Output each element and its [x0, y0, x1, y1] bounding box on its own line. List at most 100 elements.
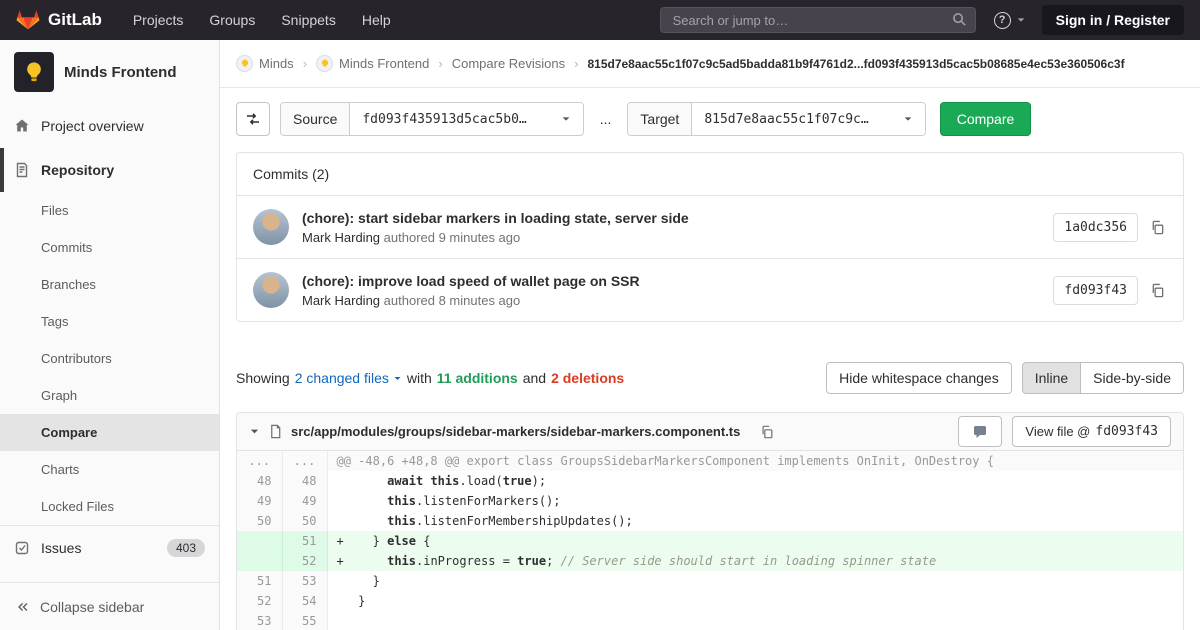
project-context-header[interactable]: Minds Frontend — [0, 40, 219, 104]
search-icon — [952, 12, 967, 27]
breadcrumb-minds-frontend[interactable]: Minds Frontend — [316, 55, 429, 72]
old-line-number[interactable]: 51 — [237, 571, 282, 591]
copy-file-path-button[interactable] — [758, 423, 776, 441]
diff-line-ctx: 5050 this.listenForMembershipUpdates(); — [237, 511, 1183, 531]
sidebar-subitem-charts[interactable]: Charts — [0, 451, 219, 488]
code-token — [344, 554, 387, 568]
sidebar-subitem-contributors[interactable]: Contributors — [0, 340, 219, 377]
collapse-sidebar-button[interactable]: Collapse sidebar — [0, 582, 219, 630]
gitlab-brand[interactable]: GitLab — [16, 8, 102, 32]
new-line-number[interactable]: 51 — [282, 531, 327, 551]
file-path[interactable]: src/app/modules/groups/sidebar-markers/s… — [291, 424, 740, 439]
sidebar-subitem-files[interactable]: Files — [0, 192, 219, 229]
commit-title[interactable]: (chore): improve load speed of wallet pa… — [302, 273, 1053, 289]
file-actions: View file @ fd093f43 — [958, 416, 1171, 447]
diff-code-cell: this.listenForMarkers(); — [327, 491, 1183, 511]
source-revision-group: Source fd093f435913d5cac5b0… — [280, 102, 584, 136]
changed-files-dropdown[interactable]: 2 changed files — [295, 370, 402, 386]
code-token: await — [387, 474, 423, 488]
new-line-number[interactable]: 52 — [282, 551, 327, 571]
toggle-comments-button[interactable] — [958, 416, 1002, 447]
new-line-number[interactable]: 50 — [282, 511, 327, 531]
old-line-number[interactable] — [237, 531, 282, 551]
breadcrumb-separator: › — [303, 56, 307, 71]
sidebar-item-project-overview[interactable]: Project overview — [0, 104, 219, 148]
sidebar-item-repository[interactable]: Repository — [0, 148, 219, 192]
breadcrumb-compare-revisions[interactable]: Compare Revisions — [452, 56, 565, 71]
breadcrumb-label: Minds — [259, 56, 294, 71]
top-navbar: GitLab Projects Groups Snippets Help ? S… — [0, 0, 1200, 40]
code-token: ; — [546, 554, 560, 568]
code-token: .load( — [459, 474, 502, 488]
new-line-number[interactable]: ... — [282, 451, 327, 471]
sidebar-subitem-branches[interactable]: Branches — [0, 266, 219, 303]
source-revision-dropdown[interactable]: fd093f435913d5cac5b0… — [350, 103, 582, 135]
side-by-side-view-button[interactable]: Side-by-side — [1080, 362, 1184, 394]
collapse-diff-icon[interactable] — [249, 426, 260, 437]
issues-count-badge: 403 — [167, 539, 205, 557]
nav-link-groups[interactable]: Groups — [196, 0, 268, 40]
code-token: else — [387, 534, 416, 548]
commit-sha-link[interactable]: 1a0dc356 — [1053, 213, 1138, 242]
code-token: true — [517, 554, 546, 568]
commit-author-avatar[interactable] — [253, 209, 289, 245]
copy-commit-sha-button[interactable] — [1148, 218, 1167, 237]
sign-in-register-button[interactable]: Sign in / Register — [1042, 5, 1184, 35]
nav-link-help[interactable]: Help — [349, 0, 404, 40]
sidebar-subitem-locked-files[interactable]: Locked Files — [0, 488, 219, 525]
commit-author-link[interactable]: Mark Harding — [302, 293, 380, 308]
nav-link-snippets[interactable]: Snippets — [268, 0, 348, 40]
sidebar-subitem-compare[interactable]: Compare — [0, 414, 219, 451]
diff-line-marker — [337, 574, 344, 588]
diff-line-add: 51+ } else { — [237, 531, 1183, 551]
diff-line-ctx: 5355 — [237, 611, 1183, 630]
old-line-number[interactable]: 53 — [237, 611, 282, 630]
code-token: this — [430, 474, 459, 488]
code-token — [344, 474, 387, 488]
code-token: this — [387, 554, 416, 568]
target-revision-dropdown[interactable]: 815d7e8aac55c1f07c9c… — [692, 103, 924, 135]
hide-whitespace-button[interactable]: Hide whitespace changes — [826, 362, 1012, 394]
old-line-number[interactable]: 48 — [237, 471, 282, 491]
sidebar-item-issues[interactable]: Issues 403 — [0, 526, 219, 570]
commit-author-avatar[interactable] — [253, 272, 289, 308]
view-file-button[interactable]: View file @ fd093f43 — [1012, 416, 1171, 447]
commit-author-link[interactable]: Mark Harding — [302, 230, 380, 245]
sidebar-subitem-tags[interactable]: Tags — [0, 303, 219, 340]
code-token: } — [344, 534, 387, 548]
new-line-number[interactable]: 55 — [282, 611, 327, 630]
diff-code-cell: @@ -48,6 +48,8 @@ export class GroupsSid… — [327, 451, 1183, 471]
diff-line-marker — [337, 594, 344, 608]
old-line-number[interactable]: 52 — [237, 591, 282, 611]
commit-authored-ago: authored 8 minutes ago — [384, 293, 521, 308]
old-line-number[interactable]: ... — [237, 451, 282, 471]
diff-code-cell: this.listenForMembershipUpdates(); — [327, 511, 1183, 531]
commit-row: (chore): improve load speed of wallet pa… — [237, 258, 1183, 321]
diff-line-marker — [337, 614, 344, 628]
new-line-number[interactable]: 49 — [282, 491, 327, 511]
new-line-number[interactable]: 54 — [282, 591, 327, 611]
copy-icon — [1150, 220, 1165, 235]
breadcrumb-minds[interactable]: Minds — [236, 55, 294, 72]
inline-view-button[interactable]: Inline — [1022, 362, 1081, 394]
compare-button[interactable]: Compare — [940, 102, 1032, 136]
showing-label: Showing — [236, 370, 290, 386]
sidebar-subitem-commits[interactable]: Commits — [0, 229, 219, 266]
nav-link-projects[interactable]: Projects — [120, 0, 197, 40]
commits-panel: Commits (2) (chore): start sidebar marke… — [236, 152, 1184, 322]
search-input[interactable] — [660, 7, 976, 33]
old-line-number[interactable]: 49 — [237, 491, 282, 511]
commit-info: (chore): improve load speed of wallet pa… — [302, 273, 1053, 308]
brand-label: GitLab — [48, 10, 102, 30]
old-line-number[interactable] — [237, 551, 282, 571]
new-line-number[interactable]: 48 — [282, 471, 327, 491]
commit-title[interactable]: (chore): start sidebar markers in loadin… — [302, 210, 1053, 226]
copy-commit-sha-button[interactable] — [1148, 281, 1167, 300]
swap-revisions-button[interactable] — [236, 102, 270, 136]
breadcrumb-separator: › — [438, 56, 442, 71]
sidebar-subitem-graph[interactable]: Graph — [0, 377, 219, 414]
commit-sha-link[interactable]: fd093f43 — [1053, 276, 1138, 305]
new-line-number[interactable]: 53 — [282, 571, 327, 591]
help-menu[interactable]: ? — [994, 12, 1026, 29]
old-line-number[interactable]: 50 — [237, 511, 282, 531]
